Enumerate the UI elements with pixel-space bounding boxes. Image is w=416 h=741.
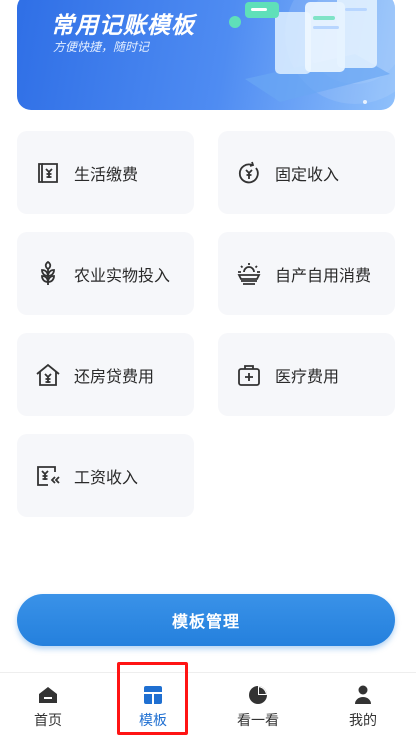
template-label: 农业实物投入 — [74, 265, 171, 285]
template-icon — [142, 684, 164, 706]
banner-subtitle: 方便快捷，随时记 — [53, 40, 150, 54]
tab-mine[interactable]: 我的 — [323, 673, 403, 741]
tab-overview[interactable]: 看一看 — [218, 673, 298, 741]
bill-icon — [35, 160, 61, 186]
template-card-medical[interactable]: 医疗费用 — [218, 333, 395, 416]
tab-label: 首页 — [34, 713, 62, 729]
user-icon — [352, 684, 374, 706]
template-label: 还房贷费用 — [74, 366, 155, 386]
tab-home[interactable]: 首页 — [8, 673, 88, 741]
template-banner: 常用记账模板 方便快捷，随时记 — [17, 0, 395, 110]
tab-label: 模板 — [139, 713, 167, 729]
salary-icon — [35, 463, 61, 489]
template-manage-button[interactable]: 模板管理 — [17, 594, 395, 646]
bottom-tab-bar: 首页 模板 看一看 我的 — [0, 672, 416, 741]
template-label: 生活缴费 — [74, 164, 139, 184]
ledger-illustration-icon — [229, 0, 395, 104]
house-loan-icon — [35, 362, 61, 388]
wheat-icon — [35, 260, 61, 287]
banner-title: 常用记账模板 — [51, 13, 195, 39]
template-card-mortgage[interactable]: 还房贷费用 — [17, 333, 194, 416]
tab-template[interactable]: 模板 — [113, 673, 193, 741]
medical-kit-icon — [236, 362, 262, 388]
template-label: 工资收入 — [74, 467, 139, 487]
fixed-income-icon — [236, 160, 262, 186]
template-card-salary[interactable]: 工资收入 — [17, 434, 194, 517]
template-label: 医疗费用 — [275, 366, 340, 386]
template-card-self-consumption[interactable]: 自产自用消费 — [218, 232, 395, 315]
template-card-living-bills[interactable]: 生活缴费 — [17, 131, 194, 214]
pie-chart-icon — [247, 684, 269, 706]
template-label: 自产自用消费 — [275, 265, 372, 285]
template-card-fixed-income[interactable]: 固定收入 — [218, 131, 395, 214]
template-card-agri-input[interactable]: 农业实物投入 — [17, 232, 194, 315]
tab-label: 看一看 — [237, 713, 279, 729]
tab-label: 我的 — [349, 713, 377, 729]
sun-farm-icon — [236, 261, 262, 287]
home-icon — [37, 684, 59, 706]
template-label: 固定收入 — [275, 164, 340, 184]
